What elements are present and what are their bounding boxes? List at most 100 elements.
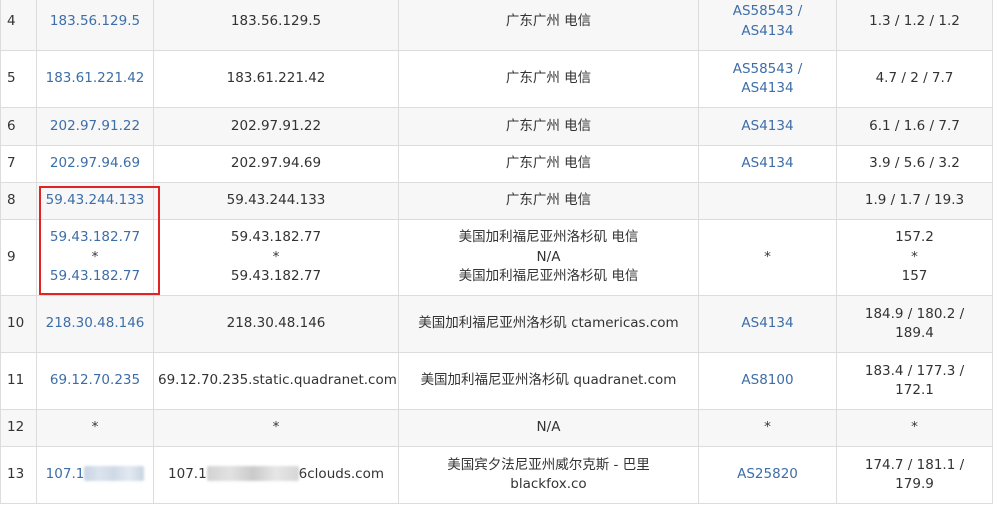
hostname-cell: 202.97.91.22	[153, 107, 399, 146]
time-line: 172.1	[895, 382, 934, 398]
hostname-cell: 202.97.94.69	[153, 145, 399, 183]
hostname-line: 59.43.182.77	[230, 268, 322, 285]
hop-number: 12	[0, 409, 37, 447]
asn-link[interactable]: AS58543 /	[703, 60, 832, 80]
location-cell: 美国加利福尼亚州洛杉矶 电信 N/A 美国加利福尼亚州洛杉矶 电信	[398, 219, 699, 296]
location-cell: 美国宾夕法尼亚州威尔克斯 - 巴里 blackfox.co	[398, 446, 699, 504]
time-line: 183.4 / 177.3 /	[864, 362, 965, 379]
hop-number: 9	[0, 219, 37, 296]
table-row: 6 202.97.91.22 202.97.91.22 广东广州 电信 AS41…	[0, 107, 993, 146]
table-row: 13 107.1 107.1 6clouds.com 美国宾夕法尼亚州威尔克斯 -…	[0, 446, 993, 504]
location-cell: 广东广州 电信	[398, 182, 699, 220]
location-line: N/A	[536, 248, 561, 265]
time-line: 157	[901, 268, 928, 285]
traceroute-table: 4 183.56.129.5 183.56.129.5 广东广州 电信 AS58…	[0, 0, 993, 504]
time-cell: 1.9 / 1.7 / 19.3	[836, 182, 993, 220]
table-row: 12 * * N/A * *	[0, 409, 993, 447]
ip-link[interactable]: 107.1	[46, 466, 145, 482]
ip-prefix: 107.1	[45, 466, 85, 483]
asn-cell: AS58543 /AS4134	[698, 50, 837, 108]
location-line: 美国宾夕法尼亚州威尔克斯 - 巴里	[447, 456, 650, 473]
asn-cell: *	[698, 219, 837, 296]
time-cell: 1.3 / 1.2 / 1.2	[836, 0, 993, 51]
hop-number: 13	[0, 446, 37, 504]
ip-cell: 218.30.48.146	[36, 295, 154, 353]
asn-link[interactable]: AS4134	[703, 79, 832, 99]
hop-number: 5	[0, 50, 37, 108]
hostname-cell: 107.1 6clouds.com	[153, 446, 399, 504]
location-cell: 广东广州 电信	[398, 145, 699, 183]
hostname-cell: 218.30.48.146	[153, 295, 399, 353]
table-row: 10 218.30.48.146 218.30.48.146 美国加利福尼亚州洛…	[0, 295, 993, 353]
asn-link[interactable]: AS4134	[741, 155, 793, 171]
location-cell: 广东广州 电信	[398, 107, 699, 146]
hostname-line: *	[272, 248, 280, 265]
ip-link[interactable]: 202.97.94.69	[50, 155, 140, 171]
asn-cell: AS4134	[698, 107, 837, 146]
time-cell: *	[836, 409, 993, 447]
hostname-cell: 59.43.244.133	[153, 182, 399, 220]
time-line: 184.9 / 180.2 /	[864, 305, 965, 322]
hostname-cell: *	[153, 409, 399, 447]
table-row: 4 183.56.129.5 183.56.129.5 广东广州 电信 AS58…	[0, 0, 993, 51]
ip-cell: 202.97.94.69	[36, 145, 154, 183]
asn-link[interactable]: AS4134	[741, 315, 793, 331]
hostname-cell: 183.56.129.5	[153, 0, 399, 51]
asn-link[interactable]: AS4134	[741, 118, 793, 134]
hop-number: 8	[0, 182, 37, 220]
time-cell: 4.7 / 2 / 7.7	[836, 50, 993, 108]
table-row: 5 183.61.221.42 183.61.221.42 广东广州 电信 AS…	[0, 50, 993, 108]
ip-link[interactable]: 218.30.48.146	[46, 315, 145, 331]
location-line: blackfox.co	[510, 476, 587, 492]
table-row: 7 202.97.94.69 202.97.94.69 广东广州 电信 AS41…	[0, 145, 993, 183]
location-cell: 美国加利福尼亚州洛杉矶 ctamericas.com	[398, 295, 699, 353]
hostname-cell: 183.61.221.42	[153, 50, 399, 108]
ip-placeholder: *	[91, 248, 99, 265]
ip-cell: 59.43.244.133	[36, 182, 154, 220]
hop-number: 10	[0, 295, 37, 353]
asn-link[interactable]: AS8100	[741, 372, 793, 388]
ip-cell: *	[36, 409, 154, 447]
location-line: 美国加利福尼亚州洛杉矶 电信	[458, 268, 639, 285]
ip-link[interactable]: 202.97.91.22	[50, 118, 140, 134]
location-line: 美国加利福尼亚州洛杉矶 电信	[458, 229, 639, 246]
location-cell: 美国加利福尼亚州洛杉矶 quadranet.com	[398, 352, 699, 410]
time-line: 157.2	[895, 229, 934, 246]
time-cell: 184.9 / 180.2 / 189.4	[836, 295, 993, 353]
ip-link[interactable]: 183.61.221.42	[46, 70, 145, 86]
hostname-line: 59.43.182.77	[230, 229, 322, 246]
hop-number: 4	[0, 0, 37, 51]
ip-link[interactable]: 59.43.244.133	[46, 192, 145, 208]
ip-cell: 69.12.70.235	[36, 352, 154, 410]
ip-cell: 202.97.91.22	[36, 107, 154, 146]
hostname-cell: 59.43.182.77 * 59.43.182.77	[153, 219, 399, 296]
ip-cell: 183.56.129.5	[36, 0, 154, 51]
table-row: 9 59.43.182.77 * 59.43.182.77 59.43.182.…	[0, 219, 993, 296]
hostname-prefix: 107.1	[168, 466, 207, 483]
asn-cell: AS4134	[698, 295, 837, 353]
table-row: 8 59.43.244.133 59.43.244.133 广东广州 电信 1.…	[0, 182, 993, 220]
time-cell: 3.9 / 5.6 / 3.2	[836, 145, 993, 183]
asn-link[interactable]: AS25820	[737, 466, 798, 482]
time-line: 174.7 / 181.1 /	[864, 456, 965, 473]
hop-number: 6	[0, 107, 37, 146]
location-cell: N/A	[398, 409, 699, 447]
asn-cell: *	[698, 409, 837, 447]
asn-cell: AS4134	[698, 145, 837, 183]
location-cell: 广东广州 电信	[398, 0, 699, 51]
asn-cell: AS25820	[698, 446, 837, 504]
time-line: 189.4	[895, 325, 934, 341]
asn-link[interactable]: AS4134	[703, 22, 832, 42]
ip-link[interactable]: 59.43.182.77	[41, 228, 149, 248]
ip-link[interactable]: 183.56.129.5	[50, 13, 140, 29]
redacted-blur	[84, 466, 145, 482]
ip-link[interactable]: 59.43.182.77	[41, 267, 149, 287]
ip-link[interactable]: 69.12.70.235	[50, 372, 140, 388]
time-cell: 183.4 / 177.3 / 172.1	[836, 352, 993, 410]
ip-cell: 59.43.182.77 * 59.43.182.77	[36, 219, 154, 296]
hop-number: 11	[0, 352, 37, 410]
asn-cell	[698, 182, 837, 220]
asn-link[interactable]: AS58543 /	[703, 2, 832, 22]
redacted-blur	[206, 466, 299, 482]
hostname-suffix: 6clouds.com	[298, 466, 384, 483]
